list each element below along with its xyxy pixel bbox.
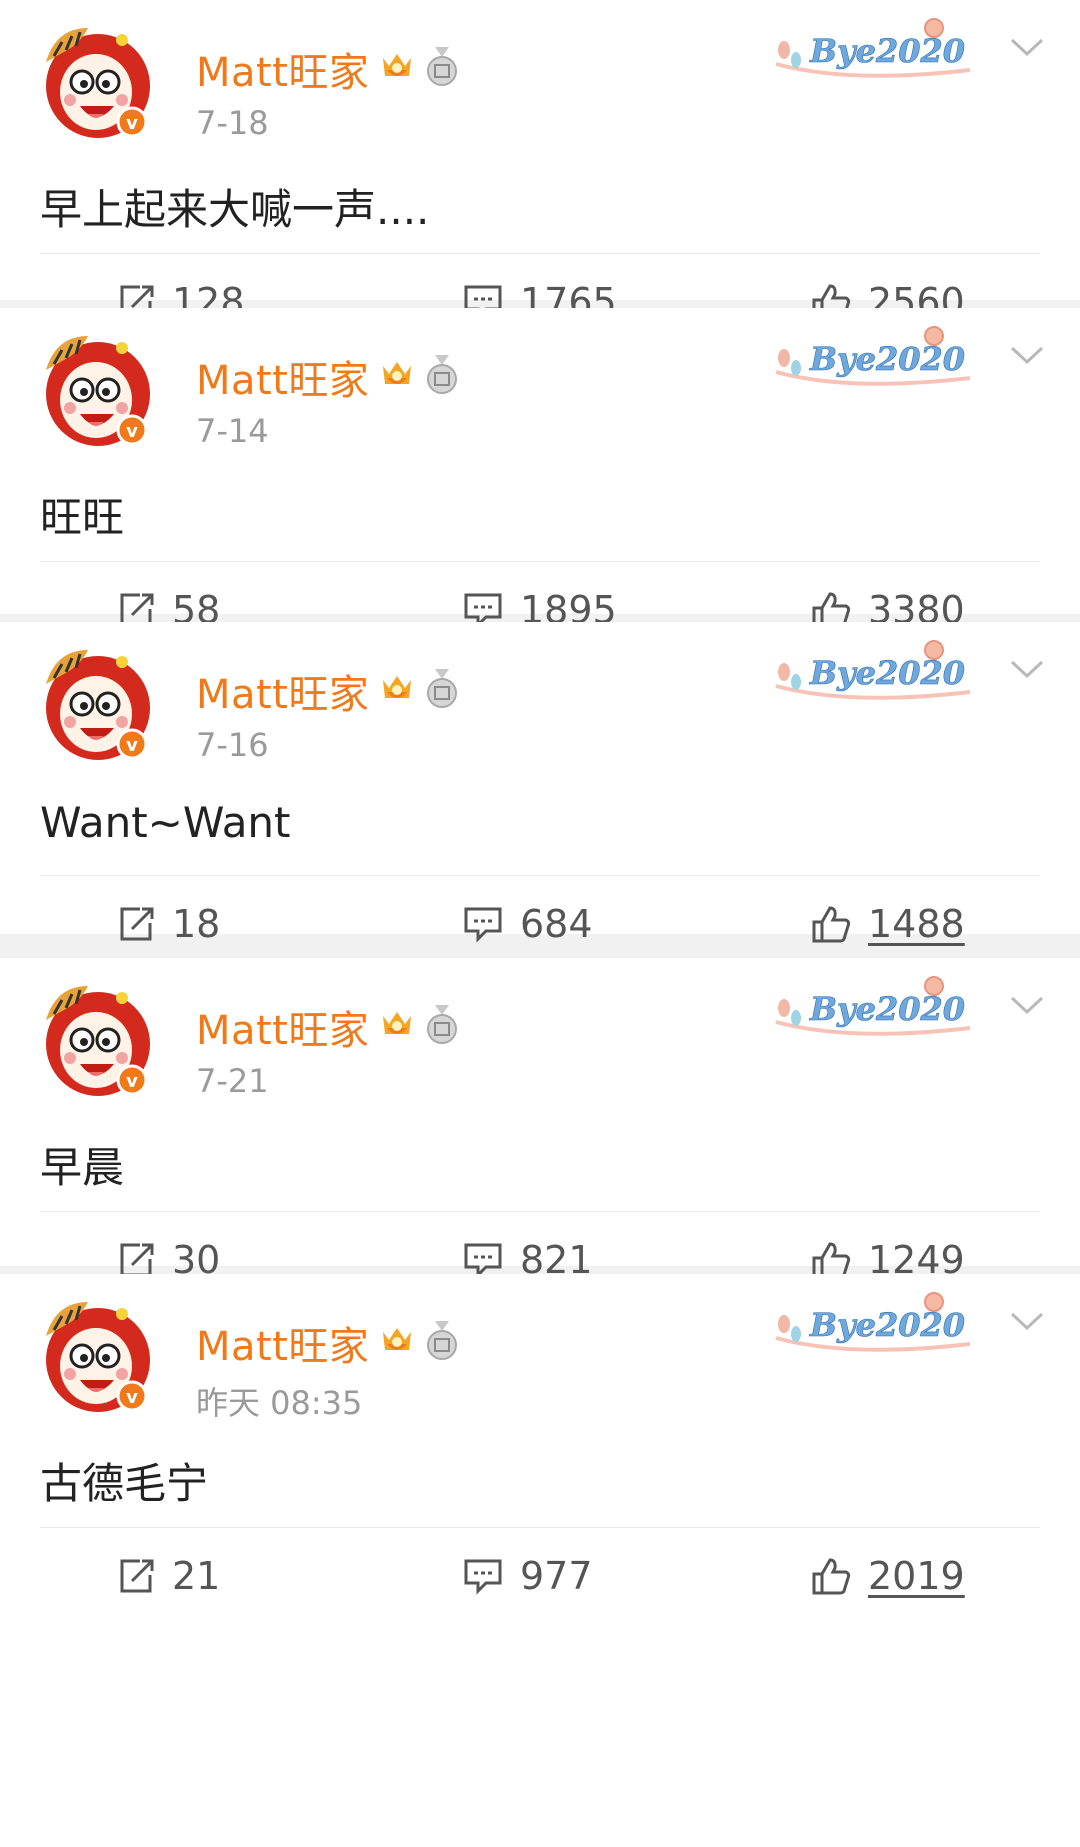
repost-count: 21 <box>172 1554 221 1598</box>
gold-member-badge-icon[interactable] <box>379 50 415 88</box>
repost-icon <box>120 1559 154 1593</box>
silver-honor-medal-icon[interactable] <box>425 1321 459 1365</box>
post-content[interactable]: 早晨 <box>40 1134 124 1195</box>
silver-honor-medal-icon[interactable] <box>425 1005 459 1049</box>
silver-honor-medal-icon[interactable] <box>425 47 459 91</box>
comment-count: 684 <box>520 902 593 946</box>
post-date: 7-18 <box>196 104 269 142</box>
thumbs-up-icon <box>812 1558 851 1595</box>
author-name[interactable]: Matt旺家 <box>196 998 369 1056</box>
weibo-feed: v Matt旺家 7-18 Bye2020 早上起来大喊一声.... 128 1… <box>0 0 1080 1598</box>
post-date: 昨天 08:35 <box>196 1384 363 1422</box>
avatar[interactable]: v <box>36 1296 154 1414</box>
bye2020-decoration: Bye2020 <box>770 14 990 94</box>
wangzai-mascot-avatar-icon: v <box>46 28 150 138</box>
wangzai-mascot-avatar-icon: v <box>46 650 150 760</box>
author-name[interactable]: Matt旺家 <box>196 40 369 98</box>
bye2020-decoration: Bye2020 <box>770 972 990 1052</box>
post-card: v Matt旺家 昨天 08:35 Bye2020 古德毛宁 21 977 20… <box>0 1274 1080 1598</box>
action-bar: 21 977 2019 <box>0 1528 1080 1628</box>
avatar[interactable]: v <box>36 330 154 448</box>
wangzai-mascot-avatar-icon: v <box>46 1302 150 1412</box>
thumbs-up-icon <box>812 906 851 943</box>
like-count: 1488 <box>868 902 965 946</box>
post-menu-chevron-down-icon[interactable] <box>1008 658 1046 682</box>
post-card: v Matt旺家 7-14 Bye2020 旺旺 58 1895 3380 <box>0 308 1080 632</box>
author-name[interactable]: Matt旺家 <box>196 1314 369 1372</box>
like-count: 2019 <box>868 1554 965 1598</box>
post-content[interactable]: 早上起来大喊一声.... <box>40 176 429 237</box>
avatar[interactable]: v <box>36 980 154 1098</box>
svg-text:v: v <box>126 735 138 756</box>
gold-member-badge-icon[interactable] <box>379 672 415 710</box>
bye2020-decoration: Bye2020 <box>770 322 990 402</box>
post-date: 7-16 <box>196 726 269 764</box>
silver-honor-medal-icon[interactable] <box>425 355 459 399</box>
comment-icon <box>464 1559 502 1595</box>
bye2020-decoration: Bye2020 <box>770 636 990 716</box>
like-button[interactable]: 2019 <box>810 1554 965 1598</box>
post-content[interactable]: 古德毛宁 <box>40 1450 208 1511</box>
svg-text:Bye2020: Bye2020 <box>809 1306 965 1344</box>
author-name[interactable]: Matt旺家 <box>196 662 369 720</box>
comment-button[interactable]: 977 <box>462 1554 593 1598</box>
repost-button[interactable]: 18 <box>116 902 220 946</box>
wangzai-mascot-avatar-icon: v <box>46 336 150 446</box>
post-date: 7-14 <box>196 412 269 450</box>
comment-count: 977 <box>520 1554 593 1598</box>
post-content[interactable]: 旺旺 <box>40 484 124 545</box>
comment-button[interactable]: 684 <box>462 902 593 946</box>
svg-text:Bye2020: Bye2020 <box>809 32 965 70</box>
svg-text:v: v <box>126 421 138 442</box>
gold-member-badge-icon[interactable] <box>379 358 415 396</box>
avatar[interactable]: v <box>36 644 154 762</box>
svg-text:Bye2020: Bye2020 <box>809 654 965 692</box>
gold-member-badge-icon[interactable] <box>379 1324 415 1362</box>
svg-text:v: v <box>126 1071 138 1092</box>
post-card: v Matt旺家 7-21 Bye2020 早晨 30 821 1249 <box>0 958 1080 1282</box>
like-button[interactable]: 1488 <box>810 902 965 946</box>
bye2020-decoration: Bye2020 <box>770 1288 990 1368</box>
avatar[interactable]: v <box>36 22 154 140</box>
repost-count: 18 <box>172 902 221 946</box>
svg-text:v: v <box>126 1387 138 1408</box>
post-content[interactable]: Want~Want <box>40 798 291 847</box>
post-menu-chevron-down-icon[interactable] <box>1008 1310 1046 1334</box>
post-card: v Matt旺家 7-16 Bye2020 Want~Want 18 684 1… <box>0 622 1080 946</box>
post-menu-chevron-down-icon[interactable] <box>1008 36 1046 60</box>
comment-icon <box>464 907 502 943</box>
repost-icon <box>120 907 154 941</box>
svg-text:Bye2020: Bye2020 <box>809 340 965 378</box>
gold-member-badge-icon[interactable] <box>379 1008 415 1046</box>
post-menu-chevron-down-icon[interactable] <box>1008 344 1046 368</box>
repost-button[interactable]: 21 <box>116 1554 220 1598</box>
post-card: v Matt旺家 7-18 Bye2020 早上起来大喊一声.... 128 1… <box>0 0 1080 324</box>
silver-honor-medal-icon[interactable] <box>425 669 459 713</box>
post-menu-chevron-down-icon[interactable] <box>1008 994 1046 1018</box>
wangzai-mascot-avatar-icon: v <box>46 986 150 1096</box>
post-date: 7-21 <box>196 1062 269 1100</box>
svg-text:v: v <box>126 113 138 134</box>
author-name[interactable]: Matt旺家 <box>196 348 369 406</box>
svg-text:Bye2020: Bye2020 <box>809 990 965 1028</box>
